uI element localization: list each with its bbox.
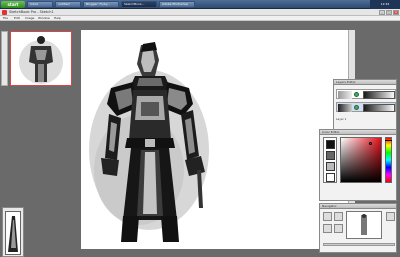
layer-row-selected[interactable] (336, 102, 396, 112)
task-photoshop[interactable]: Adobe Photoshop (159, 1, 195, 8)
hue-slider[interactable] (385, 137, 392, 183)
hue-marker[interactable] (385, 140, 392, 141)
start-button[interactable]: start (1, 1, 25, 8)
title-bar: SketchBook Pro - Sketch1 _ □ x (0, 9, 400, 16)
task-untitled[interactable]: untitled (55, 1, 81, 8)
hand-tool-icon[interactable] (386, 212, 395, 221)
navigator-preview[interactable] (346, 211, 382, 239)
opacity-gradient (363, 91, 395, 99)
visibility-icon[interactable] (354, 92, 359, 97)
system-tray: 12:34 (370, 0, 400, 9)
swatch-white[interactable] (326, 173, 335, 182)
navigator-panel-title: Navigator (320, 204, 396, 209)
zoom-in-icon[interactable] (323, 212, 332, 221)
layers-panel-title: Layers Editor (334, 80, 396, 85)
color-picker-marker[interactable] (369, 142, 372, 145)
layer-thumbnail (338, 104, 352, 112)
color-panel-title: Color Editor (320, 130, 396, 135)
saturation-value-field[interactable] (340, 137, 382, 183)
maximize-button[interactable]: □ (386, 10, 392, 15)
zoom-out-icon[interactable] (334, 212, 343, 221)
layer-thumbnail (338, 91, 352, 99)
workspace: Layers Editor Layer 1 Color Editor Navig… (0, 21, 400, 257)
zoom-slider[interactable] (323, 243, 395, 246)
drawing-canvas[interactable] (81, 30, 348, 249)
thumbnail-figure-icon (19, 36, 63, 84)
visibility-icon[interactable] (354, 105, 359, 110)
thumbnail-scrollbar[interactable] (1, 31, 8, 86)
rotate-icon[interactable] (323, 224, 332, 233)
swatch-column (323, 137, 337, 183)
task-sketchbook[interactable]: SketchBook... (121, 1, 157, 8)
warrior-sketch-icon (89, 42, 209, 242)
navigator-panel: Navigator (319, 203, 397, 253)
layer-info-text: Layer 1 (336, 117, 347, 121)
brush-stroke-icon (8, 216, 18, 252)
taskbar: start Inbox untitled Blogger: Flyby... S… (0, 0, 400, 9)
fit-icon[interactable] (334, 224, 343, 233)
swatch-gray[interactable] (326, 151, 335, 160)
task-inbox[interactable]: Inbox (27, 1, 53, 8)
opacity-gradient (363, 104, 395, 112)
sketch-thumbnail[interactable] (10, 31, 72, 86)
clock: 12:34 (380, 2, 390, 6)
app-icon (2, 10, 7, 15)
color-panel: Color Editor (319, 129, 397, 201)
layer-row-top[interactable] (336, 89, 396, 99)
brush-preview[interactable] (5, 211, 21, 255)
minimize-button[interactable]: _ (379, 10, 385, 15)
swatch-black[interactable] (326, 140, 335, 149)
swatch-light-gray[interactable] (326, 162, 335, 171)
navigator-figure-icon (361, 214, 367, 235)
close-button[interactable]: x (393, 10, 399, 15)
window-title: SketchBook Pro - Sketch1 (9, 10, 54, 14)
task-blogger[interactable]: Blogger: Flyby... (83, 1, 119, 8)
